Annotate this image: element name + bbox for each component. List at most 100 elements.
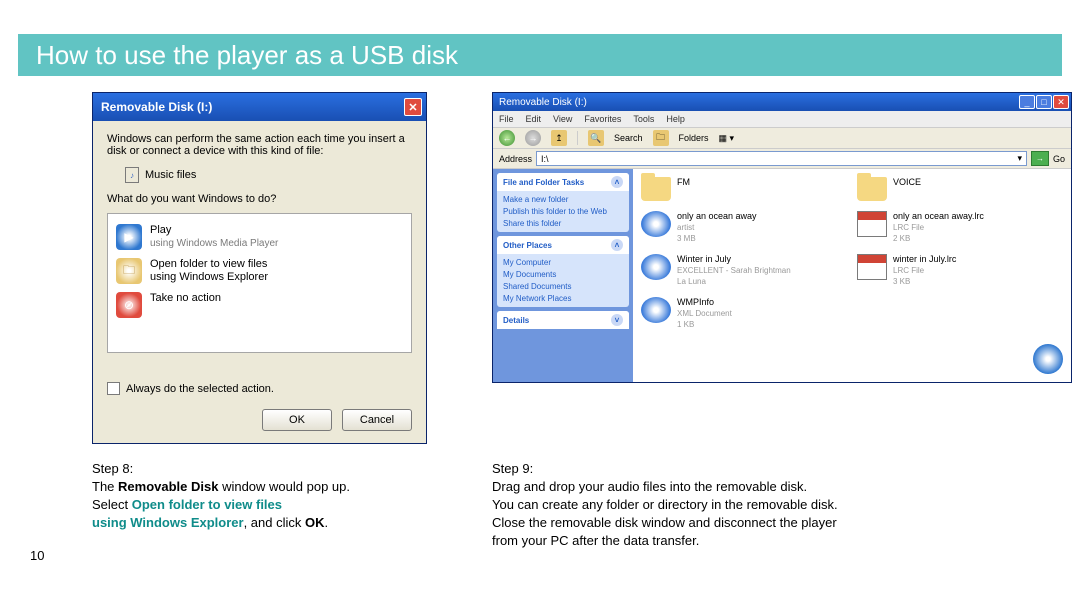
menu-file[interactable]: File	[499, 114, 514, 124]
task-item[interactable]: Make a new folder	[503, 195, 623, 204]
file-name: VOICE	[893, 177, 921, 188]
task-item[interactable]: Publish this folder to the Web	[503, 207, 623, 216]
file-name: only an ocean awayartist3 MB	[677, 211, 757, 244]
close-button[interactable]: ✕	[1053, 95, 1069, 109]
folders-icon[interactable]: 🗀	[653, 130, 669, 146]
page-title: How to use the player as a USB disk	[36, 40, 458, 70]
no-action-icon: ⊘	[116, 292, 142, 318]
page-number: 10	[30, 548, 44, 563]
search-icon[interactable]: 🔍	[588, 130, 604, 146]
step9-caption: Step 9: Drag and drop your audio files i…	[492, 460, 1052, 550]
file-item[interactable]: VOICE	[857, 177, 1063, 201]
always-label: Always do the selected action.	[126, 383, 274, 395]
file-item[interactable]: WMPInfoXML Document1 KB	[641, 297, 847, 330]
place-item[interactable]: My Computer	[503, 258, 623, 267]
chevron-up-icon: ˄	[611, 239, 623, 251]
views-icon[interactable]: ▦ ▾	[719, 133, 735, 144]
toolbar-search-label[interactable]: Search	[614, 133, 643, 143]
place-item[interactable]: My Network Places	[503, 294, 623, 303]
ok-button[interactable]: OK	[262, 409, 332, 431]
explorer-window: Removable Disk (I:) _ □ ✕ File Edit View…	[492, 92, 1072, 383]
option-no-action[interactable]: ⊘ Take no action	[114, 288, 405, 322]
option-play[interactable]: ▶ Play using Windows Media Player	[114, 220, 405, 254]
toolbar-folders-label[interactable]: Folders	[679, 133, 709, 143]
places-header[interactable]: Other Places˄	[497, 236, 629, 254]
cal-icon	[857, 254, 887, 280]
chevron-up-icon: ˄	[611, 176, 623, 188]
dialog-prompt: What do you want Windows to do?	[107, 193, 412, 205]
menu-view[interactable]: View	[553, 114, 572, 124]
dialog-titlebar: Removable Disk (I:) ✕	[93, 93, 426, 121]
address-bar: Address I:\ ▾ → Go	[493, 149, 1071, 169]
chevron-down-icon: ˅	[611, 314, 623, 326]
explorer-title: Removable Disk (I:)	[499, 97, 587, 108]
cal-icon	[857, 211, 887, 237]
back-icon[interactable]: ←	[499, 130, 515, 146]
file-item[interactable]: only an ocean awayartist3 MB	[641, 211, 847, 244]
task-item[interactable]: Share this folder	[503, 219, 623, 228]
explorer-titlebar: Removable Disk (I:) _ □ ✕	[493, 93, 1071, 111]
menu-favorites[interactable]: Favorites	[584, 114, 621, 124]
step-label: Step 9:	[492, 460, 1052, 478]
menu-tools[interactable]: Tools	[633, 114, 654, 124]
dialog-title: Removable Disk (I:)	[101, 100, 212, 114]
filetype-label: Music files	[145, 169, 196, 181]
places-block: Other Places˄ My Computer My Documents S…	[497, 236, 629, 307]
forward-icon[interactable]: →	[525, 130, 541, 146]
file-name: Winter in JulyEXCELLENT - Sarah Brightma…	[677, 254, 791, 287]
file-name: WMPInfoXML Document1 KB	[677, 297, 732, 330]
minimize-button[interactable]: _	[1019, 95, 1035, 109]
checkbox-icon[interactable]	[107, 382, 120, 395]
file-item[interactable]: FM	[641, 177, 847, 201]
tasks-block: File and Folder Tasks˄ Make a new folder…	[497, 173, 629, 232]
file-item[interactable]: Winter in JulyEXCELLENT - Sarah Brightma…	[641, 254, 847, 287]
removable-disk-dialog: Removable Disk (I:) ✕ Windows can perfor…	[92, 92, 427, 444]
toolbar: ← → ↥ 🔍 Search 🗀 Folders ▦ ▾	[493, 127, 1071, 149]
file-item[interactable]: only an ocean away.lrcLRC File2 KB	[857, 211, 1063, 244]
maximize-button[interactable]: □	[1036, 95, 1052, 109]
address-value: I:\	[541, 154, 549, 164]
folder-icon: 🗀	[116, 258, 142, 284]
step-label: Step 8:	[92, 460, 452, 478]
folder-icon	[857, 177, 887, 201]
file-name: FM	[677, 177, 690, 188]
address-input[interactable]: I:\ ▾	[536, 151, 1027, 166]
place-item[interactable]: Shared Documents	[503, 282, 623, 291]
page-title-bar: How to use the player as a USB disk	[18, 34, 1062, 76]
folder-icon	[641, 177, 671, 201]
media-icon	[641, 211, 671, 237]
explorer-body: File and Folder Tasks˄ Make a new folder…	[493, 169, 1071, 382]
always-checkbox-row[interactable]: Always do the selected action.	[107, 382, 412, 395]
address-label: Address	[499, 154, 532, 164]
wmp-corner-icon	[1033, 344, 1063, 374]
tasks-header[interactable]: File and Folder Tasks˄	[497, 173, 629, 191]
action-list: ▶ Play using Windows Media Player 🗀 Open…	[107, 213, 412, 353]
media-icon	[641, 254, 671, 280]
option-open-folder[interactable]: 🗀 Open folder to view files using Window…	[114, 254, 405, 288]
chevron-down-icon[interactable]: ▾	[1017, 153, 1022, 164]
music-file-icon: ♪	[125, 167, 139, 183]
file-grid: FM VOICE only an ocean awayartist3 MB only …	[633, 169, 1071, 382]
details-block: Details˅	[497, 311, 629, 329]
side-panel: File and Folder Tasks˄ Make a new folder…	[493, 169, 633, 382]
go-label: Go	[1053, 154, 1065, 164]
option-open-folder-text: Open folder to view files using Windows …	[150, 258, 268, 284]
details-header[interactable]: Details˅	[497, 311, 629, 329]
place-item[interactable]: My Documents	[503, 270, 623, 279]
go-button[interactable]: →	[1031, 151, 1049, 166]
dialog-body: Windows can perform the same action each…	[93, 121, 426, 443]
menu-help[interactable]: Help	[666, 114, 685, 124]
media-icon	[641, 297, 671, 323]
menu-edit[interactable]: Edit	[526, 114, 542, 124]
close-icon[interactable]: ✕	[404, 98, 422, 116]
file-item[interactable]: winter in July.lrcLRC File3 KB	[857, 254, 1063, 287]
file-name: only an ocean away.lrcLRC File2 KB	[893, 211, 984, 244]
option-no-action-text: Take no action	[150, 292, 221, 305]
up-icon[interactable]: ↥	[551, 130, 567, 146]
window-controls: _ □ ✕	[1019, 95, 1069, 109]
file-name: winter in July.lrcLRC File3 KB	[893, 254, 956, 287]
step8-caption: Step 8: The Removable Disk window would …	[92, 460, 452, 532]
menubar: File Edit View Favorites Tools Help	[493, 111, 1071, 127]
cancel-button[interactable]: Cancel	[342, 409, 412, 431]
dialog-intro: Windows can perform the same action each…	[107, 133, 412, 157]
